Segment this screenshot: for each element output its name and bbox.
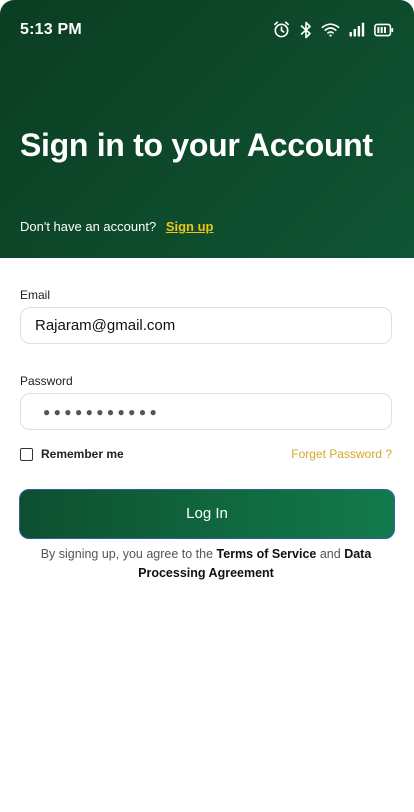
- bluetooth-icon: [300, 21, 312, 39]
- terms-and: and: [319, 547, 341, 561]
- remember-row: Remember me Forget Password ?: [20, 447, 392, 463]
- remember-label[interactable]: Remember me: [41, 447, 124, 461]
- email-field[interactable]: [21, 308, 391, 343]
- sign-in-screen: 5:13 PM Sign in to your Account Don't ha…: [0, 0, 414, 812]
- signal-icon: [349, 22, 365, 37]
- alarm-icon: [272, 20, 291, 39]
- wifi-icon: [321, 22, 340, 38]
- password-label: Password: [20, 374, 73, 388]
- terms-notice: By signing up, you agree to the Terms of…: [20, 545, 392, 583]
- status-bar: 5:13 PM: [0, 0, 414, 60]
- page-title: Sign in to your Account: [20, 127, 373, 163]
- terms-prefix: By signing up, you agree to the: [40, 547, 214, 561]
- status-time: 5:13 PM: [20, 21, 82, 38]
- forgot-password-link[interactable]: Forget Password ?: [291, 447, 392, 461]
- login-button[interactable]: Log In: [19, 489, 395, 539]
- terms-of-service-link[interactable]: Terms of Service: [217, 547, 317, 561]
- battery-icon: [374, 23, 394, 37]
- signup-link[interactable]: Sign up: [166, 219, 214, 234]
- email-field-wrapper: [20, 307, 392, 344]
- remember-checkbox[interactable]: [20, 448, 33, 461]
- signup-prompt-text: Don't have an account?: [20, 219, 157, 234]
- status-icons: [272, 20, 394, 39]
- hero-header: 5:13 PM Sign in to your Account Don't ha…: [0, 0, 414, 258]
- signup-prompt: Don't have an account? Sign up: [20, 219, 214, 234]
- password-mask: ●●●●●●●●●●●: [43, 404, 161, 419]
- email-label: Email: [20, 288, 51, 302]
- password-field[interactable]: ●●●●●●●●●●●: [20, 393, 392, 430]
